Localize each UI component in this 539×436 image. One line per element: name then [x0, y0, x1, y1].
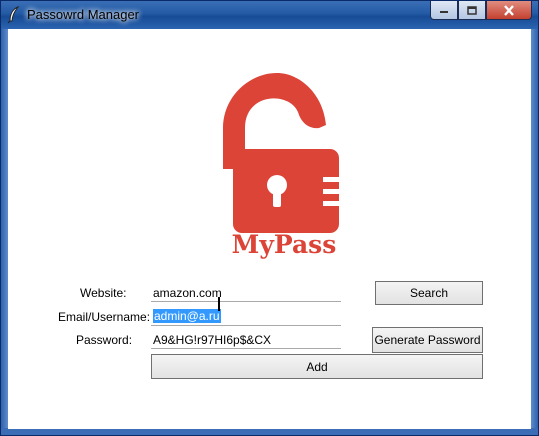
close-button[interactable] — [486, 1, 532, 20]
maximize-button[interactable] — [458, 1, 486, 20]
mypass-logo: MyPass — [223, 73, 339, 259]
generate-password-button[interactable]: Generate Password — [372, 327, 483, 353]
add-button[interactable]: Add — [151, 354, 483, 379]
logo-text: MyPass — [232, 230, 337, 259]
minimize-icon — [440, 11, 448, 13]
password-label: Password: — [76, 333, 133, 347]
email-input[interactable]: admin@a.ru — [151, 308, 341, 326]
window-border-left — [1, 29, 8, 435]
close-icon — [504, 4, 514, 16]
maximize-icon — [467, 5, 477, 15]
feather-icon — [7, 6, 20, 24]
email-label: Email/Username: — [58, 310, 151, 324]
title-bar[interactable]: Passowrd Manager — [1, 1, 538, 29]
password-input[interactable] — [151, 331, 341, 349]
website-input[interactable] — [151, 284, 341, 302]
email-selected-text: admin@a.ru — [153, 309, 221, 323]
app-window: Passowrd Manager MyPass Website: amazon.… — [0, 0, 539, 436]
website-label: Website: — [80, 286, 127, 300]
window-title: Passowrd Manager — [27, 7, 139, 22]
minimize-button[interactable] — [430, 1, 458, 20]
search-button[interactable]: Search — [375, 281, 483, 305]
window-border-right — [531, 29, 538, 435]
window-border-bottom — [1, 428, 538, 435]
text-cursor — [218, 297, 220, 311]
